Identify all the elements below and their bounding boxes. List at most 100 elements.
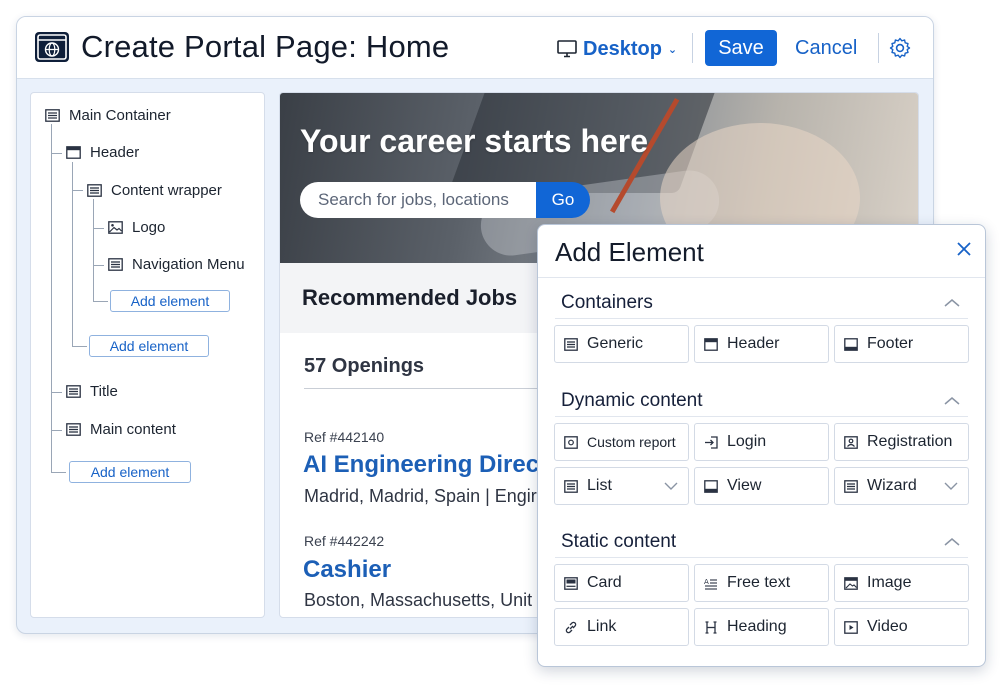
openings-count: 57 Openings <box>304 355 425 377</box>
element-tile-custom-report[interactable]: Custom report <box>554 423 689 461</box>
job-location: Boston, Massachusetts, Unit <box>304 590 533 610</box>
device-label: Desktop <box>583 37 662 60</box>
card-icon <box>564 576 578 590</box>
container-icon <box>87 184 102 197</box>
tree-node-label: Main Container <box>69 107 171 124</box>
tile-label: Image <box>867 574 912 591</box>
header-icon <box>704 337 718 351</box>
footer-icon <box>844 337 858 351</box>
header-icon <box>66 146 81 159</box>
add-element-button[interactable]: Add element <box>110 290 230 312</box>
chevron-down-icon <box>664 482 678 490</box>
close-icon[interactable] <box>956 241 972 257</box>
job-ref: Ref #442140 <box>304 429 385 445</box>
tile-label: Free text <box>727 574 791 591</box>
section-title-dynamic-content: Dynamic content <box>561 390 703 411</box>
tile-label: Wizard <box>867 477 917 494</box>
structure-tree: Main Container Header Content wrapper Lo… <box>30 92 265 618</box>
element-tile-login[interactable]: Login <box>694 423 829 461</box>
add-element-panel: Add Element Containers Generic Header Fo… <box>537 224 986 667</box>
registration-icon <box>844 435 858 449</box>
divider <box>555 318 968 319</box>
element-tile-link[interactable]: Link <box>554 608 689 646</box>
tree-node-label: Title <box>90 383 118 400</box>
tree-node-label: Header <box>90 144 140 161</box>
tree-connector <box>51 153 62 154</box>
chevron-up-icon[interactable] <box>943 396 961 406</box>
gear-icon[interactable] <box>889 37 911 59</box>
element-tile-list[interactable]: List <box>554 467 689 505</box>
tile-label: Video <box>867 618 908 635</box>
job-search-input[interactable] <box>300 182 536 218</box>
tile-label: Generic <box>587 335 644 352</box>
element-tile-view[interactable]: View <box>694 467 829 505</box>
tree-connector <box>51 124 52 473</box>
tree-connector <box>72 190 83 191</box>
chevron-down-icon: ⌄ <box>667 43 678 56</box>
tree-connector <box>72 346 87 347</box>
element-tile-heading[interactable]: Heading <box>694 608 829 646</box>
tree-connector <box>51 430 62 431</box>
element-tile-generic[interactable]: Generic <box>554 325 689 363</box>
tile-label: Heading <box>727 618 787 635</box>
heading-icon <box>705 620 717 634</box>
image-icon <box>844 576 858 590</box>
tree-node-content-wrapper[interactable]: Content wrapper <box>87 182 222 199</box>
element-tile-free-text[interactable]: A Free text <box>694 564 829 602</box>
element-tile-header[interactable]: Header <box>694 325 829 363</box>
tile-label: Login <box>727 433 767 450</box>
chevron-up-icon[interactable] <box>943 537 961 547</box>
element-tile-card[interactable]: Card <box>554 564 689 602</box>
chevron-down-icon <box>944 482 958 490</box>
chevron-up-icon[interactable] <box>943 298 961 308</box>
search-go-button[interactable]: Go <box>536 182 590 218</box>
tree-node-main-container[interactable]: Main Container <box>45 107 171 124</box>
tile-label: Card <box>587 574 622 591</box>
list-icon <box>564 479 578 493</box>
tree-node-navigation-menu[interactable]: Navigation Menu <box>108 256 245 273</box>
custom-report-icon <box>564 435 578 449</box>
element-tile-footer[interactable]: Footer <box>834 325 969 363</box>
image-icon <box>108 221 123 234</box>
text-icon: A <box>704 578 717 590</box>
element-tile-registration[interactable]: Registration <box>834 423 969 461</box>
divider <box>555 557 968 558</box>
cancel-button[interactable]: Cancel <box>795 30 857 66</box>
tree-node-header[interactable]: Header <box>66 144 139 161</box>
job-title-link[interactable]: Cashier <box>303 556 391 584</box>
tree-connector <box>93 265 104 266</box>
save-button[interactable]: Save <box>705 30 777 66</box>
monitor-icon <box>557 40 577 58</box>
add-element-button[interactable]: Add element <box>69 461 191 483</box>
job-title-link[interactable]: AI Engineering Direc <box>303 451 539 479</box>
element-tile-video[interactable]: Video <box>834 608 969 646</box>
hero-title: Your career starts here <box>300 123 649 159</box>
job-ref: Ref #442242 <box>304 533 385 549</box>
tree-node-logo[interactable]: Logo <box>108 219 165 236</box>
tree-connector <box>93 199 94 301</box>
divider <box>304 388 564 389</box>
divider <box>538 277 985 278</box>
element-tile-image[interactable]: Image <box>834 564 969 602</box>
top-bar: Create Portal Page: Home Desktop ⌄ Save … <box>17 17 933 79</box>
page-title: Create Portal Page: Home <box>81 29 450 64</box>
add-element-title: Add Element <box>555 237 704 267</box>
tree-node-label: Navigation Menu <box>132 256 245 273</box>
tree-connector <box>93 301 108 302</box>
section-title-static-content: Static content <box>561 531 677 552</box>
login-icon <box>705 435 718 449</box>
tree-node-label: Content wrapper <box>111 182 222 199</box>
tree-connector <box>51 472 66 473</box>
container-icon <box>66 385 81 398</box>
tree-connector <box>93 228 104 229</box>
device-selector[interactable]: Desktop ⌄ <box>557 37 677 61</box>
element-tile-wizard[interactable]: Wizard <box>834 467 969 505</box>
tree-node-title[interactable]: Title <box>66 383 118 400</box>
tree-node-main-content[interactable]: Main content <box>66 421 176 438</box>
divider <box>555 416 968 417</box>
container-icon <box>45 109 60 122</box>
add-element-button[interactable]: Add element <box>89 335 209 357</box>
tree-node-label: Main content <box>90 421 176 438</box>
wizard-icon <box>844 479 858 493</box>
toolbar-divider <box>692 33 693 63</box>
